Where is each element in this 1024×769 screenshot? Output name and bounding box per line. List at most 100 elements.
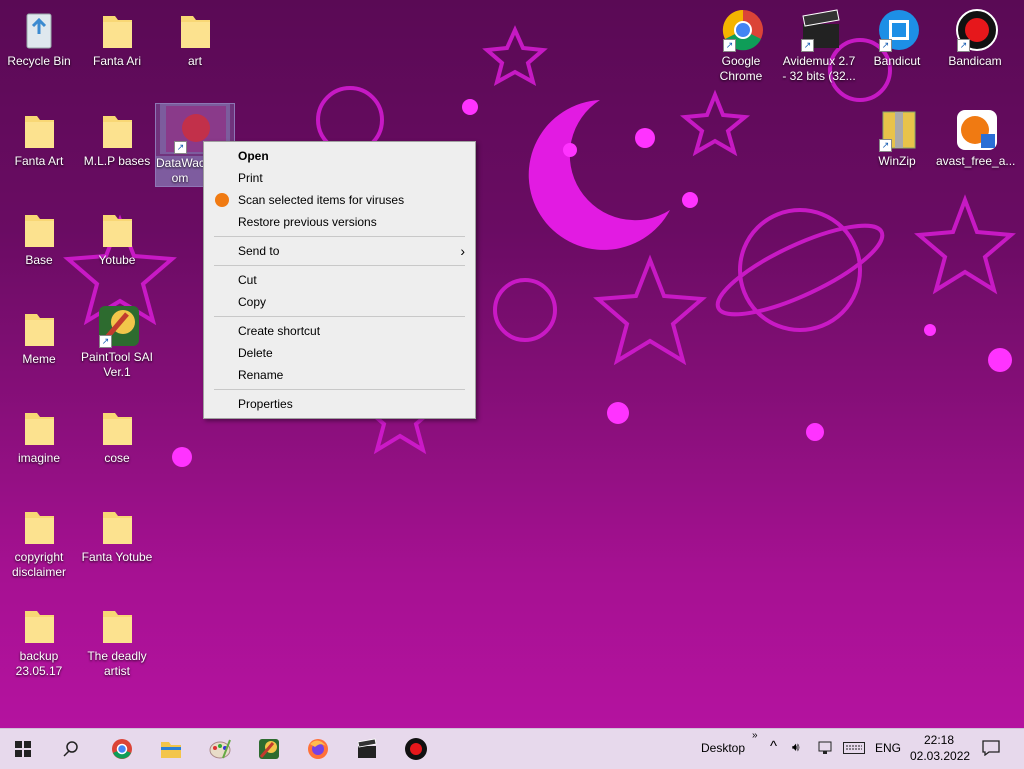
chevron-double-right-icon[interactable]: » [752, 730, 758, 741]
bandicut-icon: ↗ [877, 8, 919, 52]
icon-label: PaintTool SAI Ver.1 [80, 350, 154, 379]
language-indicator[interactable]: ENG [875, 741, 901, 755]
icon-label: Recycle Bin [7, 54, 71, 68]
bandicam-icon: ↗ [955, 8, 998, 52]
desktop-icon-cose[interactable]: cose [78, 405, 156, 466]
shortcut-arrow-icon: ↗ [99, 335, 112, 348]
icon-label: Google Chrome [719, 54, 763, 83]
icon-label: Fanta Art [14, 154, 64, 168]
desktop-icon-yotube[interactable]: Yotube [78, 207, 156, 268]
show-hidden-icons-chevron-up-icon[interactable]: ^ [770, 738, 777, 755]
clock-date[interactable]: 02.03.2022 [910, 749, 970, 763]
taskbar: Desktop » ^ 🔊︎ ENG 22:18 02.03.2022 [0, 728, 1024, 769]
desktop-icon-google-chrome[interactable]: ↗ Google Chrome [702, 8, 780, 84]
shortcut-arrow-icon: ↗ [957, 39, 970, 52]
notifications-icon[interactable] [982, 740, 1000, 756]
volume-icon[interactable]: 🔊︎ [792, 740, 800, 755]
menu-item-label: Copy [238, 295, 267, 309]
shortcut-arrow-icon: ↗ [801, 39, 814, 52]
keyboard-icon[interactable] [843, 742, 865, 754]
taskbar-painttool[interactable] [246, 729, 292, 769]
desktop-icon-avidemux[interactable]: ↗ Avidemux 2.7 - 32 bits (32... [780, 8, 858, 84]
folder-icon [97, 405, 137, 449]
menu-item-create-shortcut[interactable]: Create shortcut [204, 320, 475, 342]
chrome-icon: ↗ [721, 8, 763, 52]
folder-icon [19, 108, 59, 152]
desktop-icon-winzip[interactable]: ↗ WinZip [858, 108, 936, 169]
desktop-icon-mlp-bases[interactable]: M.L.P bases [78, 108, 156, 169]
icon-label: Meme [22, 352, 56, 366]
menu-item-print[interactable]: Print [204, 167, 475, 189]
desktop-icon-meme[interactable]: Meme [0, 306, 78, 367]
desktop-icon-bandicam[interactable]: ↗ Bandicam [936, 8, 1014, 69]
icon-label: Base [25, 253, 53, 267]
desktop-icon-copyright[interactable]: copyright disclaimer [0, 504, 78, 580]
menu-separator [214, 316, 465, 317]
painttool-sai-icon [259, 739, 279, 759]
chevron-right-icon: › [460, 243, 465, 259]
taskbar-firefox[interactable] [295, 729, 341, 769]
icon-label: Bandicam [948, 54, 1002, 68]
desktop-icon-painttool[interactable]: ↗ PaintTool SAI Ver.1 [78, 304, 156, 380]
icon-label: imagine [17, 451, 61, 465]
icon-label: Bandicut [873, 54, 921, 68]
menu-item-label: Scan selected items for viruses [238, 193, 405, 207]
desktop-icon-fanta-yotube[interactable]: Fanta Yotube [78, 504, 156, 565]
desktop-icon-backup[interactable]: backup 23.05.17 [0, 603, 78, 679]
menu-item-properties[interactable]: Properties [204, 393, 475, 415]
icon-label: cose [104, 451, 130, 465]
start-button[interactable] [0, 729, 46, 769]
desktop-icon-fanta-art[interactable]: Fanta Art [0, 108, 78, 169]
menu-item-open[interactable]: Open [204, 145, 475, 167]
menu-item-label: Properties [238, 397, 293, 411]
desktop-icon-imagine[interactable]: imagine [0, 405, 78, 466]
taskbar-chrome[interactable] [99, 729, 145, 769]
clapperboard-icon [357, 738, 377, 758]
folder-icon [97, 8, 137, 52]
menu-item-label: Print [238, 171, 263, 185]
search-button[interactable] [48, 729, 94, 769]
desktop-icon-fanta-ari[interactable]: Fanta Ari [78, 8, 156, 69]
menu-item-label: Open [238, 149, 269, 163]
menu-item-cut[interactable]: Cut [204, 269, 475, 291]
icon-label: Avidemux 2.7 - 32 bits (32... [782, 54, 856, 83]
clock-time[interactable]: 22:18 [924, 733, 954, 747]
menu-item-label: Restore previous versions [238, 215, 377, 229]
avast-installer-icon [955, 108, 997, 152]
icon-label: Fanta Yotube [81, 550, 153, 564]
chrome-icon [112, 739, 132, 759]
desktop-icon-bandicut[interactable]: ↗ Bandicut [858, 8, 936, 69]
taskbar-file-explorer[interactable] [148, 729, 194, 769]
folder-icon [97, 207, 137, 251]
menu-item-restore-previous[interactable]: Restore previous versions [204, 211, 475, 233]
icon-label: M.L.P bases [83, 154, 151, 168]
taskbar-bandicam[interactable] [393, 729, 439, 769]
icon-label: copyright disclaimer [11, 550, 66, 579]
menu-item-rename[interactable]: Rename [204, 364, 475, 386]
menu-item-label: Rename [238, 368, 284, 382]
menu-item-copy[interactable]: Copy [204, 291, 475, 313]
icon-label: backup 23.05.17 [15, 649, 63, 678]
winzip-icon: ↗ [877, 108, 917, 152]
clapperboard-icon: ↗ [799, 8, 840, 52]
desktop-toolbar-label[interactable]: Desktop [701, 741, 745, 755]
desktop-icon-art[interactable]: art [156, 8, 234, 69]
menu-item-send-to[interactable]: Send to › [204, 240, 475, 262]
folder-icon [19, 207, 59, 251]
icon-label: The deadly artist [87, 649, 147, 678]
taskbar-paint[interactable] [197, 729, 243, 769]
menu-item-scan-viruses[interactable]: Scan selected items for viruses [204, 189, 475, 211]
desktop-icon-avast[interactable]: avast_free_a... [936, 108, 1016, 169]
taskbar-avidemux[interactable] [344, 729, 390, 769]
desktop-icon-base[interactable]: Base [0, 207, 78, 268]
shortcut-arrow-icon: ↗ [879, 139, 892, 152]
network-icon[interactable] [817, 741, 833, 755]
desktop-icon-recycle-bin[interactable]: Recycle Bin [0, 8, 78, 69]
icon-label: art [187, 54, 202, 68]
desktop-icon-deadly-artist[interactable]: The deadly artist [78, 603, 156, 679]
icon-label: avast_free_a... [936, 154, 1016, 168]
search-icon [63, 741, 78, 757]
menu-item-delete[interactable]: Delete [204, 342, 475, 364]
bandicam-icon [405, 738, 427, 760]
windows-logo-icon [15, 741, 31, 757]
